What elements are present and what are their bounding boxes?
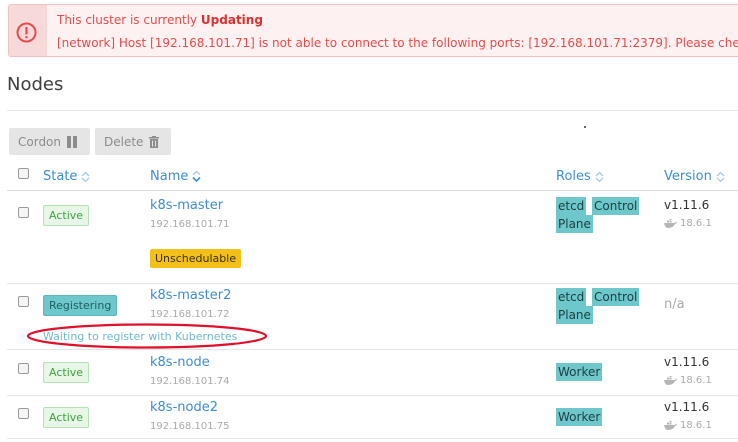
header-divider [7,190,738,191]
select-all-checkbox[interactable] [18,168,29,179]
page-title: Nodes [7,74,64,95]
role-tag: Worker [556,363,603,381]
banner-status-prefix: This cluster is currently [57,13,198,27]
row-divider [7,395,738,396]
cordon-button[interactable]: Cordon [9,128,90,155]
kubernetes-version: n/a [664,297,685,312]
banner-status-line: This cluster is currently Updating [57,13,263,27]
docker-version-label: 18.6.1 [680,218,712,229]
docker-whale-icon [664,376,677,385]
cluster-status-banner: This cluster is currently Updating [netw… [8,4,738,57]
column-header-state-label: State [43,169,78,184]
column-header-name-label: Name [150,169,189,184]
docker-whale-icon [664,421,677,430]
cursor-dot [584,126,586,128]
role-tag: Control [592,197,640,215]
node-name-link[interactable]: k8s-node [150,355,210,370]
row-checkbox[interactable] [18,363,29,374]
docker-version-label: 18.6.1 [680,420,712,431]
node-ip: 192.168.101.75 [150,421,230,432]
role-tag: etcd [556,288,587,306]
column-header-state[interactable]: State [43,169,90,184]
pause-icon [67,135,78,148]
row-checkbox[interactable] [18,408,29,419]
role-tag: etcd [556,197,587,215]
banner-status-state: Updating [200,13,263,27]
docker-whale-icon [664,219,677,228]
node-ip: 192.168.101.72 [150,309,230,320]
banner-icon-area [9,5,47,56]
column-header-roles[interactable]: Roles [556,169,604,184]
sort-icon [716,171,725,182]
docker-version: 18.6.1 [664,420,712,431]
docker-version-label: 18.6.1 [680,375,712,386]
chevron-down-icon [192,170,201,182]
role-tag: Worker [556,408,603,426]
node-name-link[interactable]: k8s-master2 [150,288,231,303]
state-badge: Registering [43,295,118,316]
row-divider [7,438,738,439]
sort-icon [595,171,604,182]
node-name-link[interactable]: k8s-master [150,198,223,213]
row-divider [7,283,738,284]
role-tag: Plane [556,306,593,324]
node-ip: 192.168.101.74 [150,376,230,387]
delete-button[interactable]: Delete [95,128,171,155]
column-header-roles-label: Roles [556,169,591,184]
role-tag: Plane [556,215,593,233]
state-badge: Active [43,205,90,226]
column-header-version[interactable]: Version [664,169,725,184]
delete-button-label: Delete [104,134,144,149]
state-badge: Active [43,407,90,428]
row-checkbox[interactable] [18,207,29,218]
state-badge: Active [43,362,90,383]
trash-icon [149,135,160,148]
cordon-button-label: Cordon [18,134,62,149]
alert-circle-icon [16,22,37,43]
column-header-version-label: Version [664,169,712,184]
title-divider [7,110,738,111]
column-header-name[interactable]: Name [150,169,201,184]
sort-icon [81,171,90,182]
docker-version: 18.6.1 [664,375,712,386]
unschedulable-badge: Unschedulable [150,249,242,268]
docker-version: 18.6.1 [664,218,712,229]
kubernetes-version: v1.11.6 [664,400,710,414]
role-tag: Control [592,288,640,306]
node-name-link[interactable]: k8s-node2 [150,400,218,415]
highlight-ellipse [26,323,268,349]
row-divider [7,349,738,350]
kubernetes-version: v1.11.6 [664,355,710,369]
node-ip: 192.168.101.71 [150,219,230,230]
row-checkbox[interactable] [18,296,29,307]
banner-message: [network] Host [192.168.101.71] is not a… [57,36,738,50]
kubernetes-version: v1.11.6 [664,198,710,212]
